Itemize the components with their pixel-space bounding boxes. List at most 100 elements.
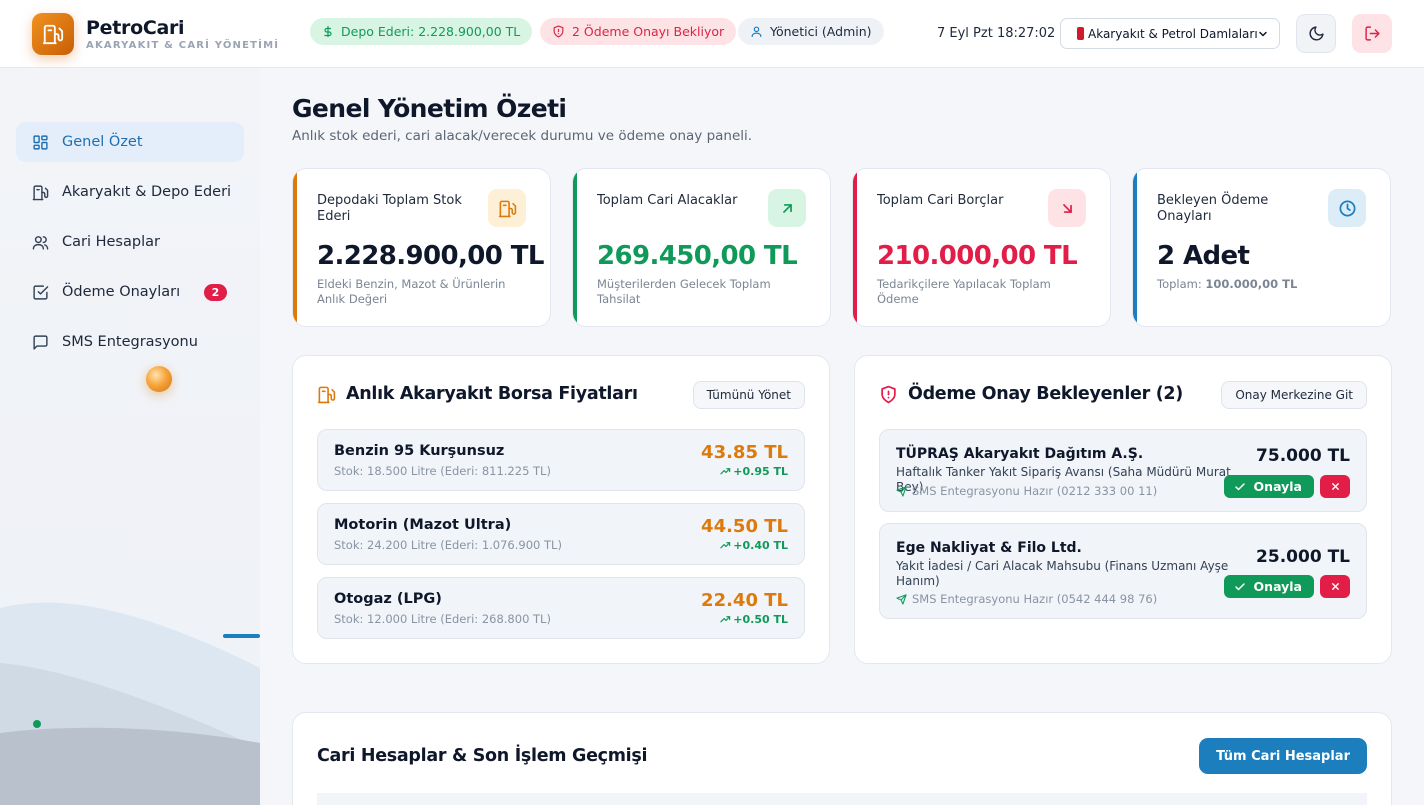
sms-status-text: SMS Entegrasyonu Hazır (0212 333 00 11) — [912, 484, 1158, 498]
logout-button[interactable] — [1352, 14, 1392, 53]
theme-toggle-button[interactable] — [1296, 14, 1336, 53]
approval-item: Ege Nakliyat & Filo Ltd. Yakıt İadesi / … — [879, 523, 1367, 619]
page-subtitle: Anlık stok ederi, cari alacak/verecek du… — [292, 128, 753, 144]
arrow-down-right-icon — [1048, 189, 1086, 227]
close-icon — [1330, 581, 1341, 592]
sms-status: SMS Entegrasyonu Hazır (0542 444 98 76) — [896, 592, 1157, 606]
brand-subtitle: AKARYAKIT & CARİ YÖNETİMİ — [86, 40, 280, 51]
stat-description: Eldeki Benzin, Mazot & Ürünlerin Anlık D… — [317, 277, 506, 306]
clock-icon — [1328, 189, 1366, 227]
approval-item: TÜPRAŞ Akaryakıt Dağıtım A.Ş. Haftalık T… — [879, 429, 1367, 512]
stat-label: Toplam Cari Alacaklar — [597, 193, 738, 208]
sidebar-item-genel-ozet[interactable]: Genel Özet — [16, 122, 244, 162]
fuel-pump-icon — [488, 189, 526, 227]
sidebar-item-akaryakit[interactable]: Akaryakıt & Depo Ederi — [16, 172, 244, 212]
card-accent-bar — [1133, 169, 1137, 326]
brand-name: PetroCari — [86, 17, 185, 39]
stat-value: 2 Adet — [1157, 241, 1250, 271]
sms-status-text: SMS Entegrasyonu Hazır (0542 444 98 76) — [912, 592, 1158, 606]
manage-all-button[interactable]: Tümünü Yönet — [692, 381, 805, 409]
fuel-stock: Stok: 18.500 Litre (Ederi: 811.225 TL) — [334, 464, 551, 478]
fuel-change-value: +0.50 TL — [733, 613, 788, 626]
card-accent-bar — [293, 169, 297, 326]
fuel-pump-icon — [317, 385, 336, 404]
accounts-table-header — [317, 793, 1367, 805]
trend-up-icon — [720, 540, 731, 551]
reject-button[interactable] — [1320, 475, 1350, 498]
dollar-icon — [322, 25, 334, 38]
company-select[interactable]: Akaryakıt & Petrol Damlaları — [1060, 18, 1280, 49]
sidebar-item-odeme-onaylari[interactable]: Ödeme Onayları 2 — [16, 272, 244, 312]
main-content: Genel Yönetim Özeti Anlık stok ederi, ca… — [260, 68, 1424, 805]
stat-card-payables: Toplam Cari Borçlar 210.000,00 TL Tedari… — [852, 168, 1111, 327]
fuel-price: 22.40 TL — [701, 590, 788, 611]
user-role-pill: Yönetici (Admin) — [738, 18, 884, 45]
panel-title: Anlık Akaryakıt Borsa Fiyatları — [346, 384, 638, 404]
fuel-price-change: +0.95 TL — [720, 465, 788, 478]
stat-value: 2.228.900,00 TL — [317, 241, 544, 271]
approval-description: Yakıt İadesi / Cari Alacak Mahsubu (Fina… — [896, 559, 1229, 588]
stat-label: Bekleyen Ödeme Onayları — [1157, 193, 1269, 224]
approvals-count-badge: 2 — [204, 284, 227, 301]
pending-approvals-pill[interactable]: 2 Ödeme Onayı Bekliyor — [540, 18, 737, 45]
approve-button[interactable]: Onayla — [1223, 475, 1314, 498]
app-logo — [32, 13, 74, 55]
panel-title: Ödeme Onay Bekleyenler (2) — [908, 384, 1183, 404]
approve-label: Onayla — [1253, 479, 1302, 494]
sidebar-item-label: Genel Özet — [62, 134, 143, 150]
approval-amount: 25.000 TL — [1256, 547, 1350, 567]
sidebar-item-sms[interactable]: SMS Entegrasyonu — [16, 322, 244, 362]
card-accent-bar — [573, 169, 577, 326]
user-role-text: Yönetici (Admin) — [770, 24, 872, 39]
approval-center-button[interactable]: Onay Merkezine Git — [1221, 381, 1367, 409]
card-accent-bar — [853, 169, 857, 326]
approval-company: TÜPRAŞ Akaryakıt Dağıtım A.Ş. — [896, 446, 1144, 462]
stat-value: 210.000,00 TL — [877, 241, 1078, 271]
stat-card-pending-approvals: Bekleyen Ödeme Onayları 2 Adet Toplam: 1… — [1132, 168, 1391, 327]
all-accounts-button[interactable]: Tüm Cari Hesaplar — [1199, 738, 1367, 774]
stat-description: Tedarikçilere Yapılacak Toplam Ödeme — [877, 277, 1051, 306]
panel-header: Anlık Akaryakıt Borsa Fiyatları — [317, 384, 638, 404]
users-icon — [32, 234, 62, 251]
arrow-up-right-icon — [768, 189, 806, 227]
chevron-down-icon — [1257, 28, 1269, 40]
approval-company: Ege Nakliyat & Filo Ltd. — [896, 540, 1082, 556]
check-icon — [1234, 481, 1246, 493]
send-icon — [896, 485, 907, 497]
stat-description-prefix: Toplam: — [1157, 277, 1202, 291]
sidebar-item-cari-hesaplar[interactable]: Cari Hesaplar — [16, 222, 244, 262]
depot-value-pill: Depo Ederi: 2.228.900,00 TL — [310, 18, 533, 45]
brand: PetroCari AKARYAKIT & CARİ YÖNETİMİ — [86, 17, 279, 51]
stat-description: Müşterilerden Gelecek Toplam Tahsilat — [597, 277, 771, 306]
approval-actions: Onayla — [1223, 575, 1350, 598]
sidebar-item-label: Ödeme Onayları — [62, 284, 181, 300]
fuel-name: Otogaz (LPG) — [334, 591, 442, 607]
approval-amount: 75.000 TL — [1256, 446, 1350, 466]
fuel-stock: Stok: 24.200 Litre (Ederi: 1.076.900 TL) — [334, 538, 562, 552]
section-title: Cari Hesaplar & Son İşlem Geçmişi — [317, 746, 648, 766]
fuel-change-value: +0.95 TL — [733, 465, 788, 478]
reject-button[interactable] — [1320, 575, 1350, 598]
sidebar-item-label: Akaryakıt & Depo Ederi — [62, 184, 232, 200]
fuel-name: Motorin (Mazot Ultra) — [334, 517, 512, 533]
shield-icon — [552, 25, 565, 38]
moon-icon — [1308, 25, 1325, 42]
fuel-pump-icon — [42, 23, 64, 45]
send-icon — [896, 593, 907, 605]
stat-card-receivables: Toplam Cari Alacaklar 269.450,00 TL Müşt… — [572, 168, 831, 327]
fuel-price-change: +0.50 TL — [720, 613, 788, 626]
sms-status: SMS Entegrasyonu Hazır (0212 333 00 11) — [896, 484, 1157, 498]
fuel-price-row[interactable]: Motorin (Mazot Ultra) Stok: 24.200 Litre… — [317, 503, 805, 565]
fuel-price-row[interactable]: Otogaz (LPG) Stok: 12.000 Litre (Ederi: … — [317, 577, 805, 639]
panel-header: Ödeme Onay Bekleyenler (2) — [879, 384, 1183, 404]
fuel-price-row[interactable]: Benzin 95 Kurşunsuz Stok: 18.500 Litre (… — [317, 429, 805, 491]
message-icon — [32, 334, 62, 351]
datetime-display: 7 Eyl Pzt 18:27:02 — [937, 26, 1056, 41]
fuel-name: Benzin 95 Kurşunsuz — [334, 443, 505, 459]
approve-button[interactable]: Onayla — [1223, 575, 1314, 598]
check-icon — [1234, 581, 1246, 593]
trend-up-icon — [720, 466, 731, 477]
dashboard-icon — [32, 134, 62, 151]
close-icon — [1330, 481, 1341, 492]
stat-label: Toplam Cari Borçlar — [877, 193, 1004, 208]
